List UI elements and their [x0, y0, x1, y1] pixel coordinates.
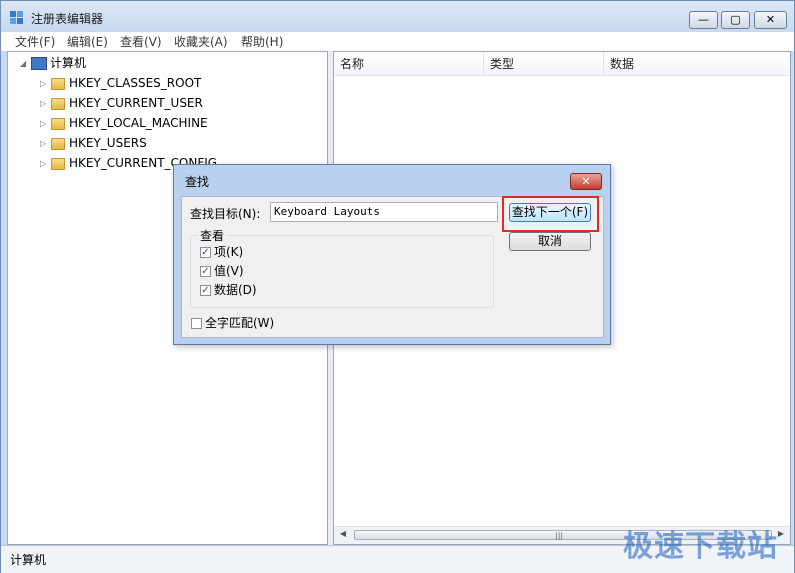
- registry-editor-icon: [10, 11, 23, 24]
- collapse-icon[interactable]: ◢: [20, 59, 29, 68]
- expand-icon[interactable]: ▷: [40, 119, 49, 128]
- scroll-left-icon[interactable]: ◀: [337, 529, 349, 538]
- expand-icon[interactable]: ▷: [40, 139, 49, 148]
- folder-icon: [51, 97, 65, 110]
- option-values[interactable]: ✓ 值(V): [200, 263, 244, 279]
- look-at-group: 查看 ✓ 项(K) ✓ 值(V) ✓ 数据(D): [190, 227, 494, 308]
- title-bar[interactable]: 注册表编辑器 — ▢ ✕: [1, 1, 794, 33]
- registry-editor-window: 注册表编辑器 — ▢ ✕ 文件(F) 编辑(E) 查看(V) 收藏夹(A) 帮助…: [0, 0, 795, 573]
- tree-item-label: 计算机: [50, 56, 87, 70]
- menu-favorites[interactable]: 收藏夹(A): [174, 33, 228, 50]
- dialog-title: 查找: [185, 175, 210, 189]
- folder-icon: [51, 157, 65, 170]
- option-label: 全字匹配(W): [205, 316, 275, 330]
- minimize-button[interactable]: —: [689, 11, 718, 29]
- folder-icon: [51, 137, 65, 150]
- option-label: 项(K): [214, 245, 244, 259]
- look-at-label: 查看: [198, 227, 227, 244]
- menu-bar: 文件(F) 编辑(E) 查看(V) 收藏夹(A) 帮助(H): [1, 32, 794, 51]
- option-keys[interactable]: ✓ 项(K): [200, 244, 243, 260]
- cancel-button[interactable]: 取消: [509, 232, 591, 251]
- dialog-body: 查找目标(N): Keyboard Layouts 查找下一个(F) 取消 查看…: [181, 196, 604, 338]
- close-icon: ✕: [581, 175, 591, 188]
- tree-item-label: HKEY_CURRENT_USER: [69, 96, 203, 110]
- dialog-close-button[interactable]: ✕: [570, 173, 602, 190]
- tree-item-hklm[interactable]: ▷ HKEY_LOCAL_MACHINE: [40, 114, 208, 132]
- expand-icon[interactable]: ▷: [40, 99, 49, 108]
- watermark-logo: 极速下载站: [623, 529, 778, 564]
- window-title: 注册表编辑器: [31, 12, 104, 26]
- tree-item-label: HKEY_LOCAL_MACHINE: [69, 116, 208, 130]
- tree-item-computer[interactable]: ◢ 计算机: [20, 54, 86, 72]
- find-what-label: 查找目标(N):: [190, 207, 261, 221]
- option-data[interactable]: ✓ 数据(D): [200, 282, 257, 298]
- checkbox-checked-icon[interactable]: ✓: [200, 247, 211, 258]
- column-header-data[interactable]: 数据: [604, 52, 790, 76]
- maximize-icon: ▢: [730, 13, 741, 26]
- computer-icon: [31, 57, 47, 70]
- menu-view[interactable]: 查看(V): [120, 33, 162, 50]
- checkbox-unchecked-icon[interactable]: [191, 318, 202, 329]
- menu-file[interactable]: 文件(F): [15, 33, 55, 50]
- folder-icon: [51, 117, 65, 130]
- find-dialog: 查找 ✕ 查找目标(N): Keyboard Layouts 查找下一个(F) …: [173, 164, 611, 345]
- column-header-type[interactable]: 类型: [484, 52, 604, 76]
- find-what-input[interactable]: Keyboard Layouts: [270, 202, 498, 222]
- find-next-button[interactable]: 查找下一个(F): [509, 203, 591, 222]
- expand-icon[interactable]: ▷: [40, 79, 49, 88]
- column-header-name[interactable]: 名称: [334, 52, 484, 76]
- tree-item-hkcr[interactable]: ▷ HKEY_CLASSES_ROOT: [40, 74, 201, 92]
- option-label: 值(V): [214, 264, 244, 278]
- maximize-button[interactable]: ▢: [721, 11, 750, 29]
- option-label: 数据(D): [214, 283, 257, 297]
- expand-icon[interactable]: ▷: [40, 159, 49, 168]
- menu-help[interactable]: 帮助(H): [241, 33, 283, 50]
- menu-edit[interactable]: 编辑(E): [67, 33, 108, 50]
- grip-icon: |||: [555, 531, 564, 540]
- close-button[interactable]: ✕: [754, 11, 787, 29]
- tree-item-label: HKEY_CLASSES_ROOT: [69, 76, 202, 90]
- checkbox-checked-icon[interactable]: ✓: [200, 266, 211, 277]
- checkbox-checked-icon[interactable]: ✓: [200, 285, 211, 296]
- folder-icon: [51, 77, 65, 90]
- close-icon: ✕: [765, 13, 776, 26]
- tree-item-label: HKEY_USERS: [69, 136, 147, 150]
- tree-item-hku[interactable]: ▷ HKEY_USERS: [40, 134, 147, 152]
- status-path: 计算机: [10, 553, 47, 567]
- match-whole-string-option[interactable]: 全字匹配(W): [191, 315, 274, 331]
- tree-item-hkcu[interactable]: ▷ HKEY_CURRENT_USER: [40, 94, 203, 112]
- minimize-icon: —: [698, 13, 709, 26]
